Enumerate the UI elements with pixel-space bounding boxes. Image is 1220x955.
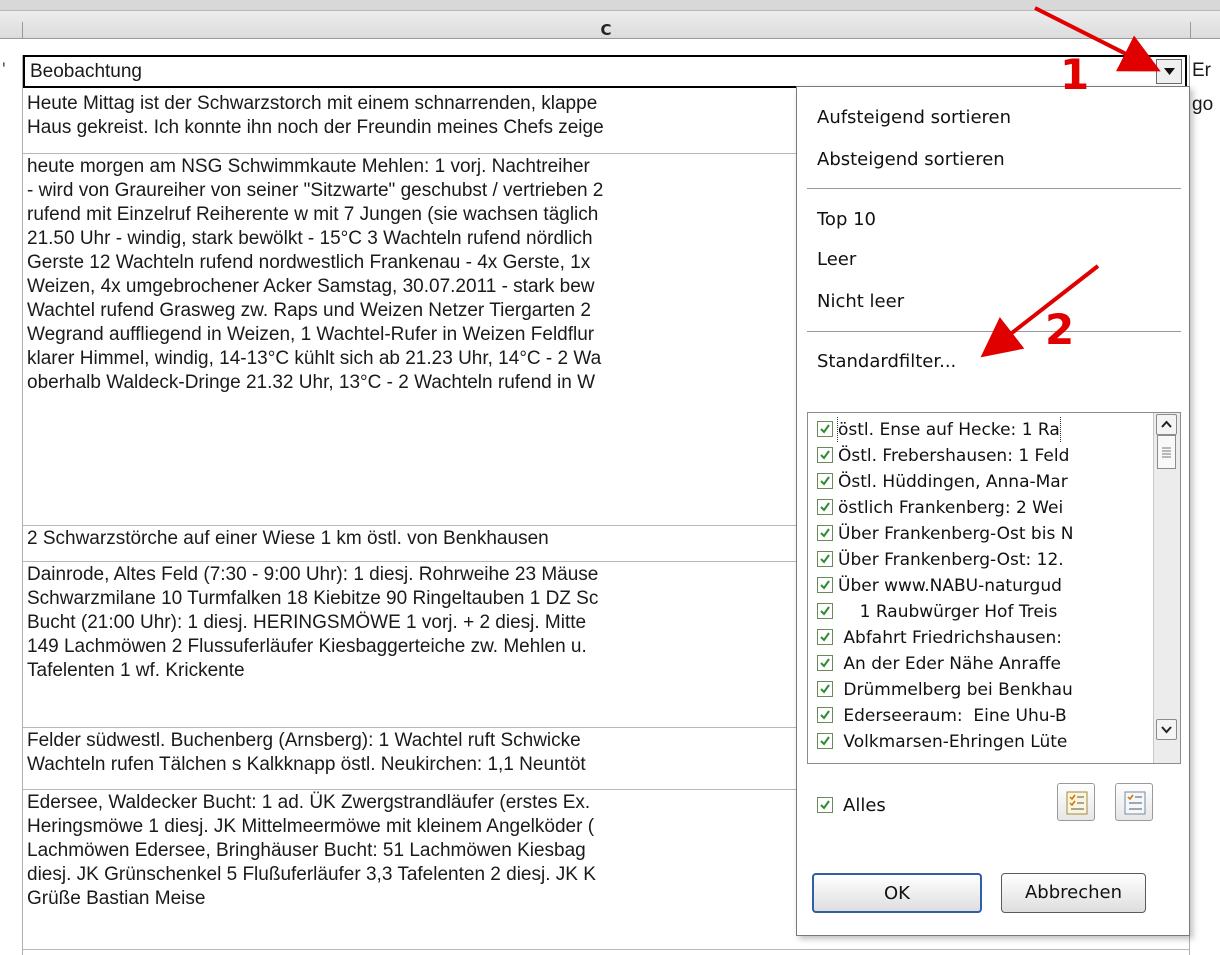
annotation-two: 2 (1045, 305, 1075, 354)
annotation-arrows (980, 6, 1161, 358)
arrow-to-dropdown-button (1034, 6, 1161, 72)
arrow-to-standard-filter (980, 264, 1100, 358)
annotation-one: 1 (1060, 50, 1090, 99)
